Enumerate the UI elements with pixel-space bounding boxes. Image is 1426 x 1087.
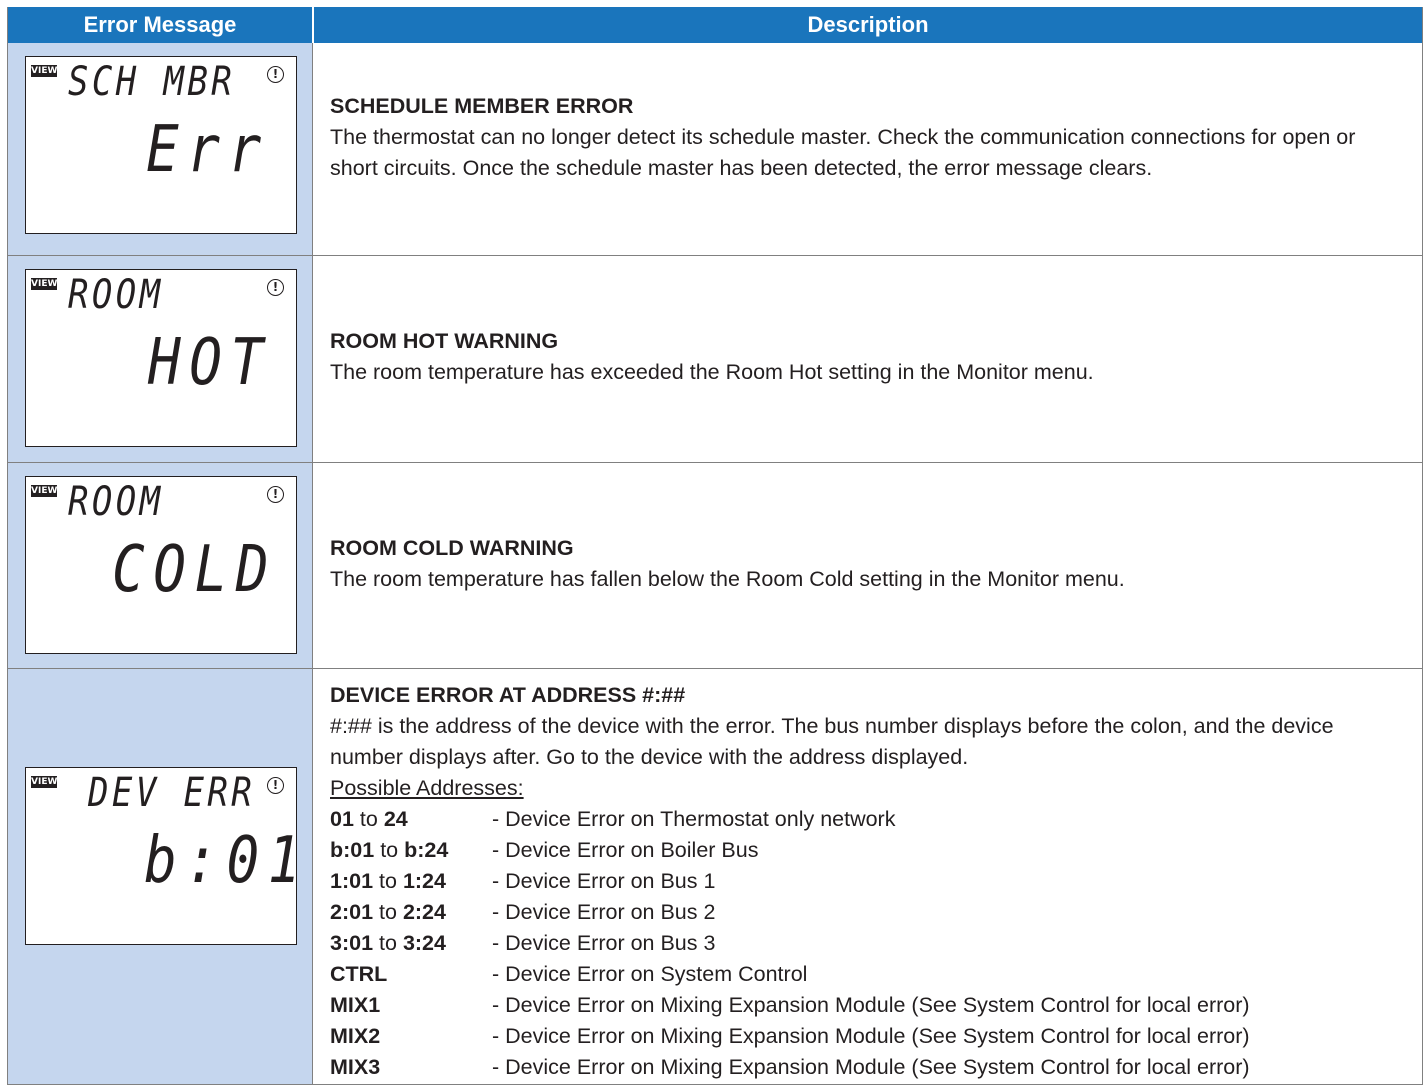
lcd-line-1: SCH MBR — [68, 59, 236, 105]
description-cell: DEVICE ERROR AT ADDRESS #:## #:## is the… — [330, 680, 1404, 1083]
address-from: 01 — [330, 807, 354, 831]
description-cell: ROOM COLD WARNING The room temperature h… — [330, 533, 1404, 595]
error-title: ROOM COLD WARNING — [330, 536, 574, 560]
address-description: - Device Error on Thermostat only networ… — [492, 807, 896, 831]
address-description: - Device Error on Mixing Expansion Modul… — [492, 993, 1250, 1017]
header-description: Description — [807, 12, 929, 37]
error-title: SCHEDULE MEMBER ERROR — [330, 94, 634, 118]
lcd-display: VIEW ! ROOM COLD — [25, 476, 297, 654]
address-from: 1:01 — [330, 869, 374, 893]
lcd-line-1: ROOM — [68, 479, 164, 525]
error-message-cell: VIEW ! ROOM COLD — [8, 463, 313, 668]
lcd-display: VIEW ! SCH MBR Err — [25, 56, 297, 234]
error-title: DEVICE ERROR AT ADDRESS #:## — [330, 683, 686, 707]
address-description: - Device Error on Boiler Bus — [492, 838, 759, 862]
address-range: 01 to 24 — [330, 804, 492, 835]
error-title: ROOM HOT WARNING — [330, 329, 559, 353]
address-list: 01 to 24- Device Error on Thermostat onl… — [330, 804, 1404, 1083]
table-row: VIEW ! SCH MBR Err SCHEDULE MEMBER ERROR… — [8, 43, 1422, 255]
view-indicator: VIEW — [31, 65, 58, 77]
error-message-cell: VIEW ! ROOM HOT — [8, 256, 313, 462]
lcd-display: VIEW ! ROOM HOT — [25, 269, 297, 447]
address-to: 2:24 — [402, 900, 446, 924]
address-description: - Device Error on Bus 1 — [492, 869, 716, 893]
table-header: Error Message Description — [8, 7, 1422, 43]
table-row: VIEW ! DEV ERR b:01 DEVICE ERROR AT ADDR… — [8, 669, 1422, 1084]
error-description: #:## is the address of the device with t… — [330, 714, 1334, 769]
address-to: 3:24 — [402, 931, 446, 955]
alert-icon: ! — [267, 279, 284, 296]
error-description: The room temperature has fallen below th… — [330, 567, 1125, 591]
error-description: The thermostat can no longer detect its … — [330, 125, 1356, 180]
address-to: 24 — [383, 807, 408, 831]
address-item: 01 to 24- Device Error on Thermostat onl… — [330, 804, 1404, 835]
address-description: - Device Error on System Control — [492, 962, 808, 986]
address-to: b:24 — [404, 838, 449, 862]
error-message-table: Error Message Description VIEW ! SCH MBR… — [7, 7, 1423, 1085]
address-range: MIX2 — [330, 1021, 492, 1052]
address-item: 2:01 to 2:24- Device Error on Bus 2 — [330, 897, 1404, 928]
address-description: - Device Error on Bus 2 — [492, 900, 716, 924]
address-range: 1:01 to 1:24 — [330, 866, 492, 897]
lcd-line-2: HOT — [148, 326, 272, 400]
lcd-line-1: ROOM — [68, 272, 164, 318]
description-cell: SCHEDULE MEMBER ERROR The thermostat can… — [330, 91, 1404, 184]
address-sep: to — [353, 807, 384, 831]
address-description: - Device Error on Bus 3 — [492, 931, 716, 955]
address-description: - Device Error on Mixing Expansion Modul… — [492, 1024, 1250, 1048]
address-item: MIX3 - Device Error on Mixing Expansion M… — [330, 1052, 1404, 1083]
address-to: 1:24 — [402, 869, 446, 893]
address-item: MIX2 - Device Error on Mixing Expansion M… — [330, 1021, 1404, 1052]
address-range: CTRL — [330, 959, 492, 990]
error-description: The room temperature has exceeded the Ro… — [330, 360, 1094, 384]
address-from: MIX3 — [330, 1055, 381, 1079]
error-message-cell: VIEW ! DEV ERR b:01 — [8, 669, 313, 1084]
view-indicator: VIEW — [31, 278, 58, 290]
alert-icon: ! — [267, 66, 284, 83]
error-message-cell: VIEW ! SCH MBR Err — [8, 43, 313, 255]
address-range: 2:01 to 2:24 — [330, 897, 492, 928]
address-sep: to — [373, 900, 403, 924]
view-indicator: VIEW — [31, 485, 58, 497]
addresses-heading: Possible Addresses: — [330, 776, 524, 800]
address-from: 2:01 — [330, 900, 374, 924]
address-from: 3:01 — [330, 931, 374, 955]
alert-icon: ! — [267, 777, 284, 794]
address-range: 3:01 to 3:24 — [330, 928, 492, 959]
lcd-line-2: COLD — [112, 533, 278, 607]
view-indicator: VIEW — [31, 776, 58, 788]
address-from: CTRL — [330, 962, 388, 986]
lcd-display: VIEW ! DEV ERR b:01 — [25, 767, 301, 945]
header-error-message: Error Message — [83, 12, 237, 37]
address-description: - Device Error on Mixing Expansion Modul… — [492, 1055, 1250, 1079]
table-row: VIEW ! ROOM COLD ROOM COLD WARNING The r… — [8, 463, 1422, 668]
lcd-line-1: DEV ERR — [88, 770, 256, 816]
address-item: 3:01 to 3:24- Device Error on Bus 3 — [330, 928, 1404, 959]
address-item: MIX1 - Device Error on Mixing Expansion M… — [330, 990, 1404, 1021]
address-sep: to — [373, 931, 403, 955]
address-item: CTRL - Device Error on System Control — [330, 959, 1404, 990]
address-item: b:01 to b:24- Device Error on Boiler Bus — [330, 835, 1404, 866]
address-from: MIX2 — [330, 1024, 381, 1048]
address-range: MIX3 — [330, 1052, 492, 1083]
address-range: MIX1 — [330, 990, 492, 1021]
address-item: 1:01 to 1:24- Device Error on Bus 1 — [330, 866, 1404, 897]
lcd-line-2: Err — [146, 113, 270, 187]
address-range: b:01 to b:24 — [330, 835, 492, 866]
address-from: MIX1 — [330, 993, 381, 1017]
description-cell: ROOM HOT WARNING The room temperature ha… — [330, 326, 1404, 388]
table-row: VIEW ! ROOM HOT ROOM HOT WARNING The roo… — [8, 256, 1422, 462]
address-from: b:01 — [330, 838, 375, 862]
alert-icon: ! — [267, 486, 284, 503]
address-sep: to — [374, 838, 405, 862]
lcd-line-2: b:01 — [144, 824, 310, 898]
address-sep: to — [373, 869, 403, 893]
